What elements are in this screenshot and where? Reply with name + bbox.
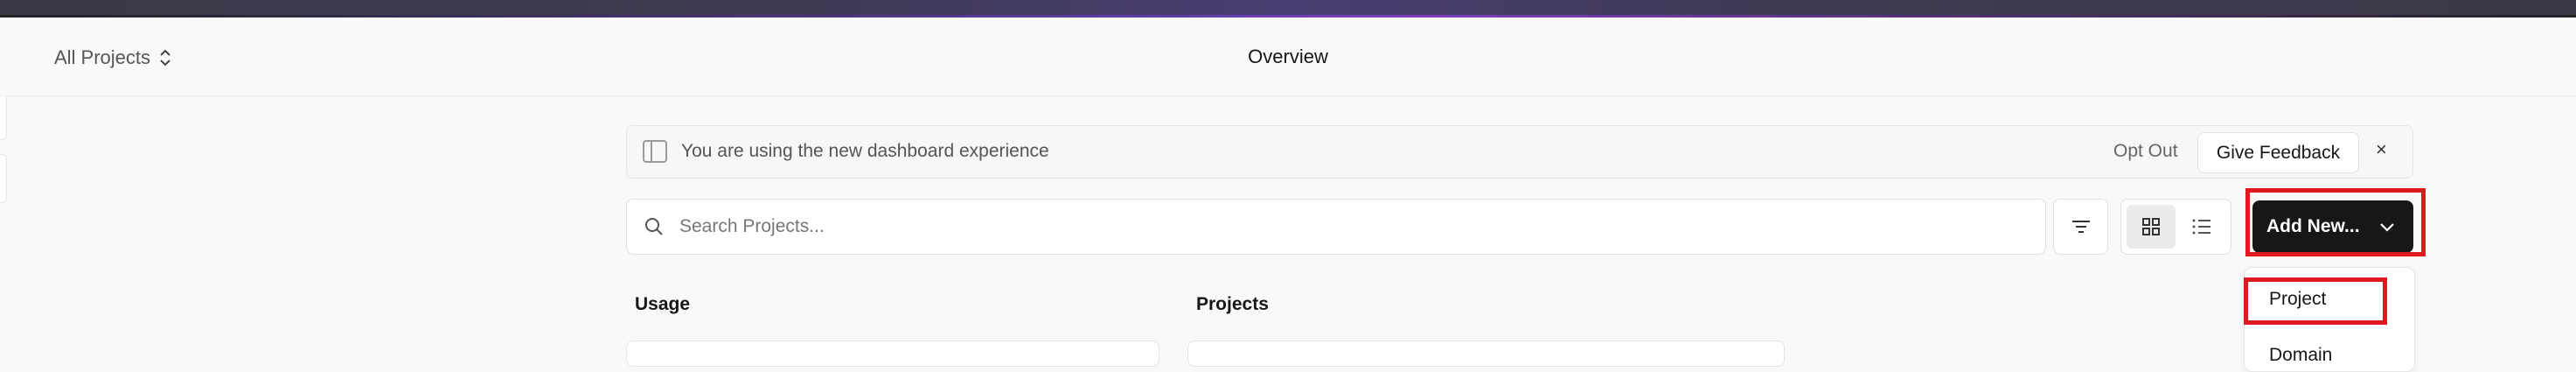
search-icon — [645, 218, 663, 235]
page-title: Overview — [1248, 46, 1328, 67]
projects-card — [1187, 340, 1785, 367]
give-feedback-button[interactable]: Give Feedback — [2197, 132, 2359, 173]
filter-icon — [2071, 221, 2090, 233]
grid-icon — [2142, 218, 2160, 235]
layout-icon — [643, 140, 667, 163]
filter-button[interactable] — [2053, 199, 2108, 255]
search-projects-field[interactable] — [626, 199, 2046, 255]
banner-message: You are using the new dashboard experien… — [681, 141, 1049, 161]
opt-out-link[interactable]: Opt Out — [2113, 141, 2178, 162]
top-navigation: All Projects Overview — [0, 18, 2576, 96]
menu-item-domain[interactable]: Domain — [2269, 345, 2332, 366]
projects-heading: Projects — [1196, 294, 1269, 314]
close-icon[interactable]: × — [2376, 138, 2387, 161]
project-highlight — [2244, 277, 2387, 325]
sidebar-edge-top — [0, 91, 7, 140]
view-toggle — [2120, 199, 2231, 255]
new-dashboard-banner: You are using the new dashboard experien… — [626, 125, 2413, 179]
usage-heading: Usage — [635, 294, 691, 314]
search-input[interactable] — [679, 200, 2026, 254]
browser-strip — [0, 0, 2576, 18]
list-view-button[interactable] — [2177, 205, 2226, 249]
usage-card — [626, 340, 1159, 367]
list-icon — [2192, 219, 2210, 235]
sidebar-edge-bottom — [0, 154, 7, 203]
grid-view-button[interactable] — [2127, 205, 2176, 249]
add-new-highlight — [2245, 188, 2426, 256]
